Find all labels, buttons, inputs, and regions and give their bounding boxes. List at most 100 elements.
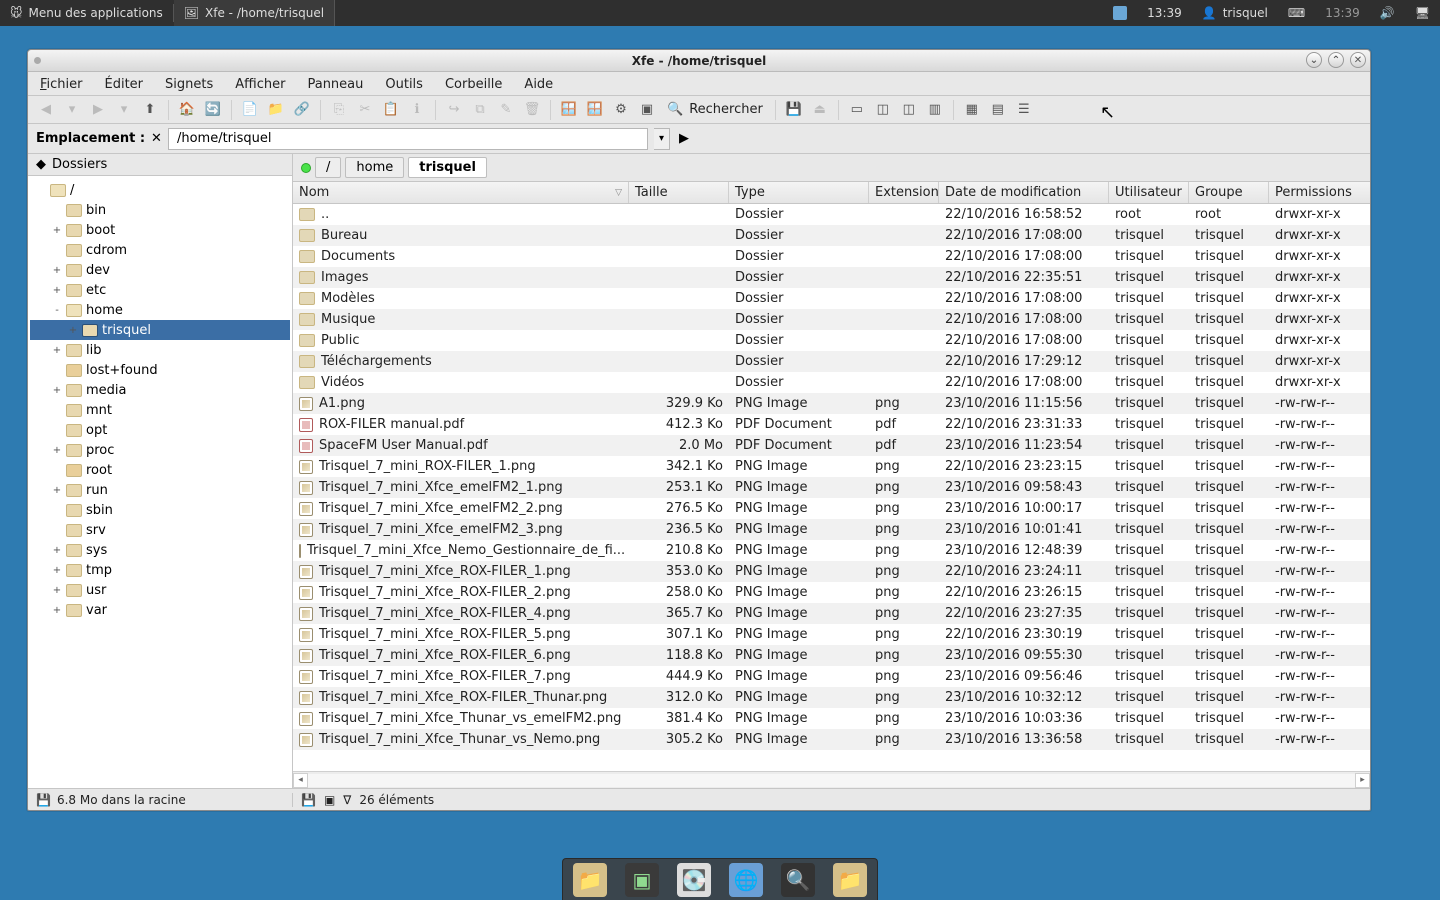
menu-tools[interactable]: Outils: [383, 74, 425, 95]
expando-icon[interactable]: +: [52, 565, 62, 576]
new-file-button[interactable]: 📄: [238, 99, 262, 121]
delete-button[interactable]: 🗑: [520, 99, 544, 121]
file-row[interactable]: Trisquel_7_mini_Xfce_emelFM2_3.png236.5 …: [293, 519, 1370, 540]
refresh-button[interactable]: 🔄: [201, 99, 225, 121]
paste-button[interactable]: 📋: [379, 99, 403, 121]
rename-button[interactable]: ✎: [494, 99, 518, 121]
file-row[interactable]: ROX-FILER manual.pdf412.3 KoPDF Document…: [293, 414, 1370, 435]
close-button[interactable]: ✕: [1350, 52, 1366, 68]
dock-file-manager[interactable]: 📁: [573, 863, 607, 897]
expando-icon[interactable]: +: [52, 385, 62, 396]
dock-terminal[interactable]: ▣: [625, 863, 659, 897]
nav-home-button[interactable]: 🏠: [175, 99, 199, 121]
tree-node-proc[interactable]: +proc: [30, 440, 290, 460]
col-user[interactable]: Utilisateur: [1109, 182, 1189, 203]
tree-node-srv[interactable]: srv: [30, 520, 290, 540]
keyboard-indicator[interactable]: ⌨: [1278, 0, 1315, 26]
col-size[interactable]: Taille: [629, 182, 729, 203]
tree-node-boot[interactable]: +boot: [30, 220, 290, 240]
scroll-left-button[interactable]: ◂: [293, 773, 308, 788]
tree-node-media[interactable]: +media: [30, 380, 290, 400]
file-row[interactable]: VidéosDossier22/10/2016 17:08:00trisquel…: [293, 372, 1370, 393]
file-row[interactable]: Trisquel_7_mini_Xfce_ROX-FILER_7.png444.…: [293, 666, 1370, 687]
dock-disks[interactable]: 💽: [677, 863, 711, 897]
directory-tree[interactable]: /bin+bootcdrom+dev+etc-home+trisquel+lib…: [28, 176, 292, 788]
expando-icon[interactable]: +: [52, 605, 62, 616]
file-row[interactable]: Trisquel_7_mini_Xfce_ROX-FILER_6.png118.…: [293, 645, 1370, 666]
crumb-root[interactable]: /: [315, 157, 341, 178]
menu-panel[interactable]: Panneau: [305, 74, 365, 95]
scroll-right-button[interactable]: ▸: [1355, 773, 1370, 788]
menu-bookmarks[interactable]: Signets: [163, 74, 215, 95]
tree-node-var[interactable]: +var: [30, 600, 290, 620]
file-row[interactable]: Trisquel_7_mini_Xfce_ROX-FILER_1.png353.…: [293, 561, 1370, 582]
tree-node-mnt[interactable]: mnt: [30, 400, 290, 420]
menu-view[interactable]: Afficher: [233, 74, 287, 95]
properties-button[interactable]: ℹ: [405, 99, 429, 121]
search-control[interactable]: 🔍 Rechercher: [661, 99, 769, 121]
file-row[interactable]: Trisquel_7_mini_Xfce_ROX-FILER_4.png365.…: [293, 603, 1370, 624]
scroll-track[interactable]: [308, 774, 1355, 787]
tree-node-dev[interactable]: +dev: [30, 260, 290, 280]
expando-icon[interactable]: +: [52, 265, 62, 276]
new-folder-button[interactable]: 📁: [264, 99, 288, 121]
expando-icon[interactable]: +: [52, 225, 62, 236]
file-row[interactable]: Trisquel_7_mini_Xfce_emelFM2_2.png276.5 …: [293, 498, 1370, 519]
new-window-button[interactable]: 🪟: [557, 99, 581, 121]
file-row[interactable]: SpaceFM User Manual.pdf2.0 MoPDF Documen…: [293, 435, 1370, 456]
move-button[interactable]: ↪: [442, 99, 466, 121]
panel-user[interactable]: 👤 trisquel: [1192, 0, 1278, 26]
col-group[interactable]: Groupe: [1189, 182, 1269, 203]
tree-node-lostfound[interactable]: lost+found: [30, 360, 290, 380]
tree-node-lib[interactable]: +lib: [30, 340, 290, 360]
nav-back-drop[interactable]: ▾: [60, 99, 84, 121]
execute-button[interactable]: ⚙: [609, 99, 633, 121]
tree-node-bin[interactable]: bin: [30, 200, 290, 220]
col-ext[interactable]: Extension: [869, 182, 939, 203]
file-row[interactable]: ..Dossier22/10/2016 16:58:52rootrootdrwx…: [293, 204, 1370, 225]
panel-tree-button[interactable]: ◫: [871, 99, 895, 121]
view-detailed-button[interactable]: ☰: [1012, 99, 1036, 121]
tree-node-sys[interactable]: +sys: [30, 540, 290, 560]
tree-node-tmp[interactable]: +tmp: [30, 560, 290, 580]
col-perm[interactable]: Permissions: [1269, 182, 1359, 203]
file-row[interactable]: PublicDossier22/10/2016 17:08:00trisquel…: [293, 330, 1370, 351]
nav-back-button[interactable]: ◀: [34, 99, 58, 121]
col-date[interactable]: Date de modification: [939, 182, 1109, 203]
file-row[interactable]: Trisquel_7_mini_Xfce_ROX-FILER_5.png307.…: [293, 624, 1370, 645]
panel-tree-two-button[interactable]: ▥: [923, 99, 947, 121]
tree-node-usr[interactable]: +usr: [30, 580, 290, 600]
panel-clock[interactable]: 13:39: [1137, 0, 1192, 26]
window-titlebar[interactable]: Xfe - /home/trisquel ⌄ ⌃ ✕: [28, 50, 1370, 72]
expando-icon[interactable]: +: [52, 585, 62, 596]
minimize-button[interactable]: ⌄: [1306, 52, 1322, 68]
nav-up-button[interactable]: ⬆: [138, 99, 162, 121]
file-row[interactable]: Trisquel_7_mini_Xfce_ROX-FILER_Thunar.pn…: [293, 687, 1370, 708]
file-row[interactable]: Trisquel_7_mini_Xfce_Thunar_vs_Nemo.png3…: [293, 729, 1370, 750]
file-row[interactable]: Trisquel_7_mini_Xfce_Nemo_Gestionnaire_d…: [293, 540, 1370, 561]
menu-trash[interactable]: Corbeille: [443, 74, 504, 95]
tree-node-run[interactable]: +run: [30, 480, 290, 500]
duplicate-button[interactable]: ⧉: [468, 99, 492, 121]
location-history-button[interactable]: ▾: [654, 128, 670, 150]
tree-node-trisquel[interactable]: +trisquel: [30, 320, 290, 340]
nav-fwd-drop[interactable]: ▾: [112, 99, 136, 121]
col-name[interactable]: Nom▽: [293, 182, 629, 203]
menu-help[interactable]: Aide: [522, 74, 555, 95]
crumb-home[interactable]: home: [345, 157, 404, 178]
dock-folder[interactable]: 📁: [833, 863, 867, 897]
tree-node-etc[interactable]: +etc: [30, 280, 290, 300]
maximize-button[interactable]: ⌃: [1328, 52, 1344, 68]
view-big-icons-button[interactable]: ▦: [960, 99, 984, 121]
nav-fwd-button[interactable]: ▶: [86, 99, 110, 121]
expando-icon[interactable]: +: [52, 285, 62, 296]
dock-browser[interactable]: 🌐: [729, 863, 763, 897]
mount-button[interactable]: 💾: [782, 99, 806, 121]
tree-node-opt[interactable]: opt: [30, 420, 290, 440]
window-menu-icon[interactable]: [34, 57, 41, 64]
file-row[interactable]: Trisquel_7_mini_Xfce_ROX-FILER_2.png258.…: [293, 582, 1370, 603]
file-row[interactable]: Trisquel_7_mini_Xfce_emelFM2_1.png253.1 …: [293, 477, 1370, 498]
expando-icon[interactable]: +: [52, 545, 62, 556]
root-window-button[interactable]: 🪟: [583, 99, 607, 121]
file-row[interactable]: TéléchargementsDossier22/10/2016 17:29:1…: [293, 351, 1370, 372]
